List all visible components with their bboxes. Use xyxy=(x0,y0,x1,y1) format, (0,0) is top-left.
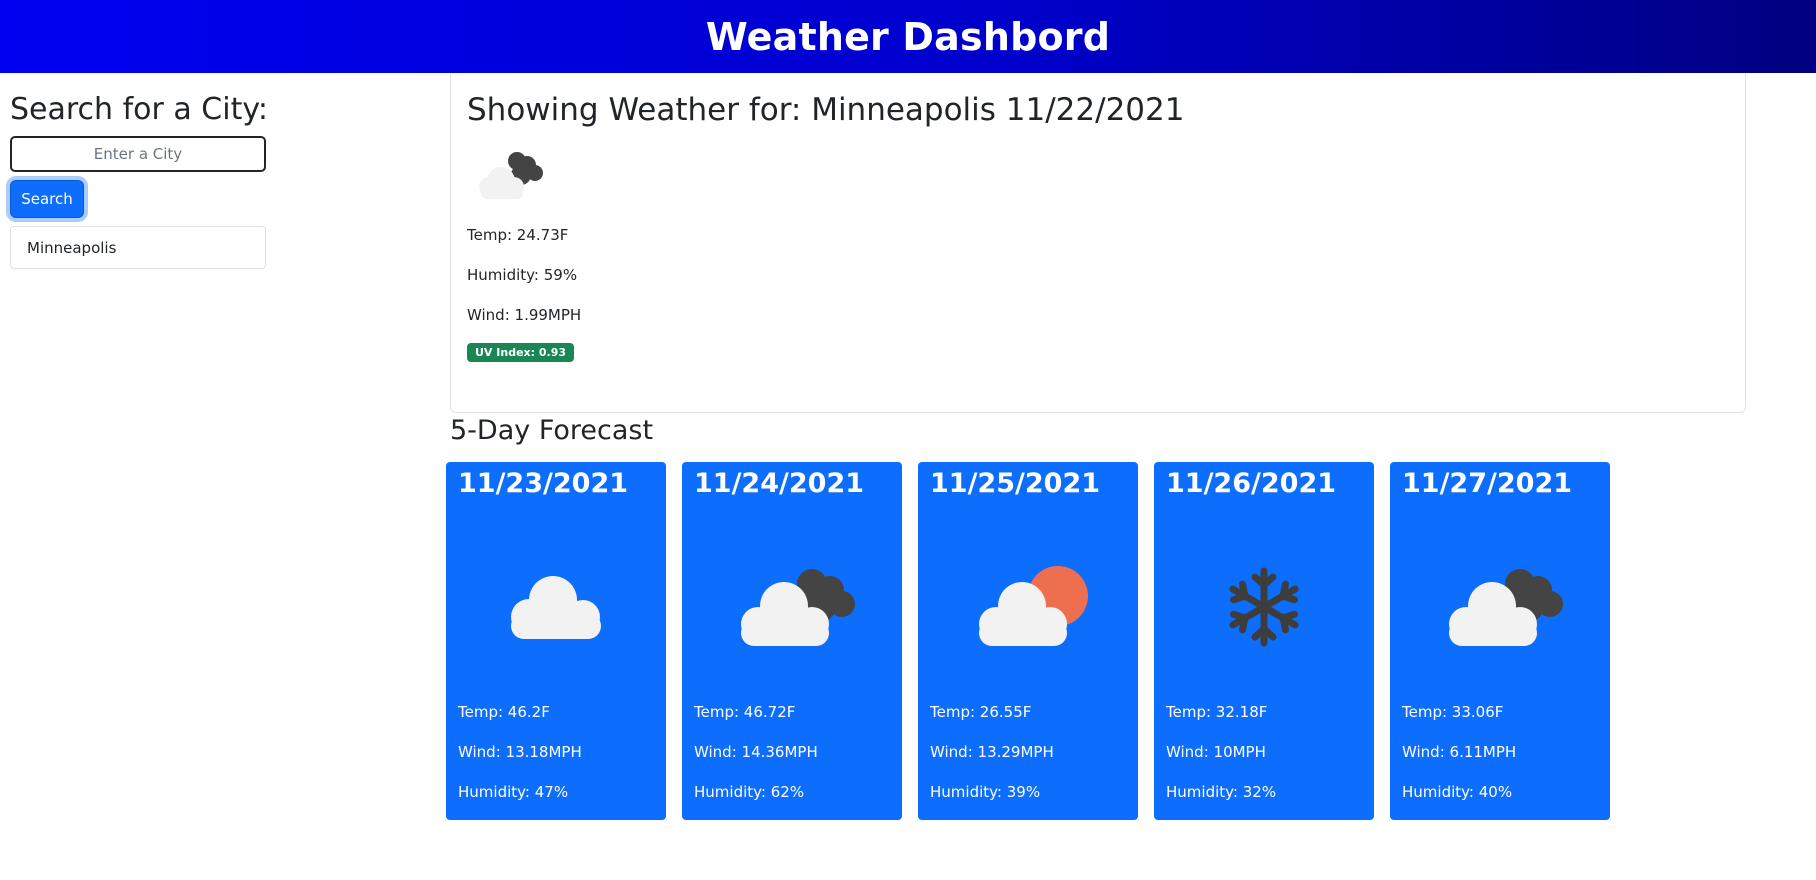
forecast-stats: Temp: 46.2F Wind: 13.18MPH Humidity: 47% xyxy=(458,700,582,820)
forecast-title: 5-Day Forecast xyxy=(450,415,654,446)
search-heading: Search for a City: xyxy=(10,92,269,127)
forecast-stats: Temp: 46.72F Wind: 14.36MPH Humidity: 62… xyxy=(694,700,818,820)
forecast-stats: Temp: 33.06F Wind: 6.11MPH Humidity: 40% xyxy=(1402,700,1516,820)
search-sidebar: Search for a City: Search Minneapolis xyxy=(10,88,269,269)
current-weather-title: Showing Weather for: Minneapolis 11/22/2… xyxy=(467,92,1185,128)
forecast-card: 11/26/2021 Temp: 32.18F Wind: 10MPH Humi… xyxy=(1154,462,1374,820)
app-header: Weather Dashbord xyxy=(0,0,1816,73)
forecast-temp: Temp: 26.55F xyxy=(930,703,1032,721)
forecast-temp: Temp: 46.2F xyxy=(458,703,550,721)
forecast-temp: Temp: 33.06F xyxy=(1402,703,1504,721)
partly-sunny-icon xyxy=(918,552,1138,662)
cloud-icon xyxy=(446,552,666,662)
forecast-humidity: Humidity: 47% xyxy=(458,783,569,801)
current-temp: Temp: 24.73F xyxy=(467,226,569,244)
forecast-card: 11/27/2021 Temp: 33.06F Wind: 6.11MPH Hu… xyxy=(1390,462,1610,820)
uv-index-badge: UV Index: 0.93 xyxy=(467,343,574,362)
forecast-date: 11/24/2021 xyxy=(694,468,865,499)
forecast-date: 11/27/2021 xyxy=(1402,468,1573,499)
snowflake-icon xyxy=(1154,552,1374,662)
history-item-minneapolis[interactable]: Minneapolis xyxy=(11,227,265,268)
forecast-humidity: Humidity: 62% xyxy=(694,783,805,801)
forecast-humidity: Humidity: 40% xyxy=(1402,783,1513,801)
search-history-list: Minneapolis xyxy=(10,226,266,269)
forecast-humidity: Humidity: 32% xyxy=(1166,783,1277,801)
forecast-temp: Temp: 46.72F xyxy=(694,703,796,721)
forecast-stats: Temp: 26.55F Wind: 13.29MPH Humidity: 39… xyxy=(930,700,1054,820)
city-search-input[interactable] xyxy=(10,136,266,172)
broken-clouds-icon xyxy=(682,552,902,662)
forecast-wind: Wind: 13.18MPH xyxy=(458,743,582,761)
forecast-wind: Wind: 14.36MPH xyxy=(694,743,818,761)
broken-clouds-icon xyxy=(467,143,567,213)
current-humidity: Humidity: 59% xyxy=(467,266,578,284)
forecast-humidity: Humidity: 39% xyxy=(930,783,1041,801)
forecast-date: 11/23/2021 xyxy=(458,468,629,499)
search-button[interactable]: Search xyxy=(10,180,84,218)
forecast-date: 11/25/2021 xyxy=(930,468,1101,499)
page-title: Weather Dashbord xyxy=(705,14,1111,59)
forecast-card: 11/24/2021 Temp: 46.72F Wind: 14.36MPH H… xyxy=(682,462,902,820)
forecast-temp: Temp: 32.18F xyxy=(1166,703,1268,721)
forecast-date: 11/26/2021 xyxy=(1166,468,1337,499)
current-weather-panel: Showing Weather for: Minneapolis 11/22/2… xyxy=(450,73,1746,413)
forecast-wind: Wind: 6.11MPH xyxy=(1402,743,1517,761)
current-wind: Wind: 1.99MPH xyxy=(467,306,582,324)
forecast-wind: Wind: 13.29MPH xyxy=(930,743,1054,761)
broken-clouds-icon xyxy=(1390,552,1610,662)
forecast-card: 11/25/2021 Temp: 26.55F Wind: 13.29MPH H… xyxy=(918,462,1138,820)
forecast-stats: Temp: 32.18F Wind: 10MPH Humidity: 32% xyxy=(1166,700,1276,820)
forecast-card: 11/23/2021 Temp: 46.2F Wind: 13.18MPH Hu… xyxy=(446,462,666,820)
forecast-cards: 11/23/2021 Temp: 46.2F Wind: 13.18MPH Hu… xyxy=(446,462,1626,820)
forecast-wind: Wind: 10MPH xyxy=(1166,743,1266,761)
